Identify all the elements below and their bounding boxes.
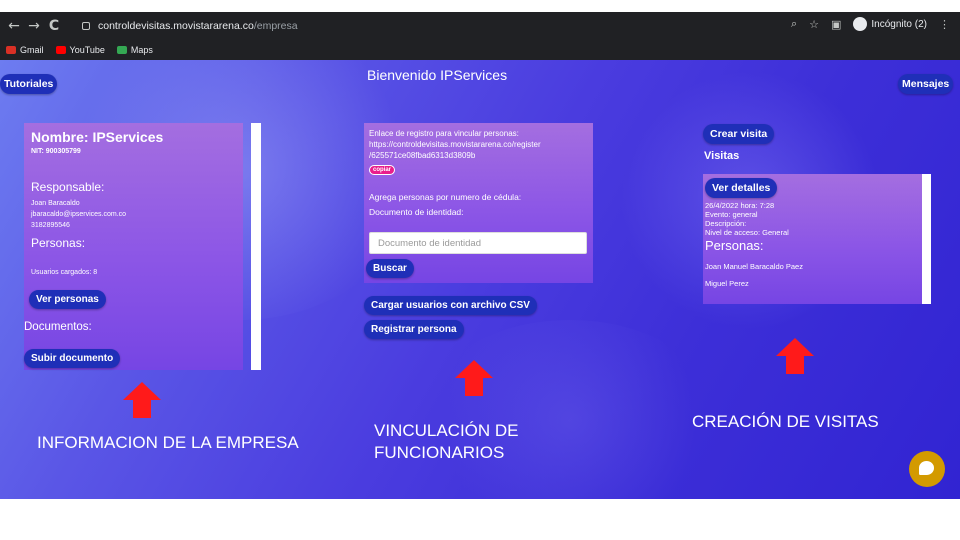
forward-icon[interactable]: →: [24, 18, 44, 34]
gmail-icon: [6, 46, 16, 54]
bookmark-maps[interactable]: Maps: [116, 45, 153, 55]
chat-icon: [919, 461, 934, 475]
incognito-indicator[interactable]: Incógnito (2): [853, 17, 927, 31]
page-content: Tutoriales Bienvenido IPServices Mensaje…: [0, 60, 960, 499]
url-path: /empresa: [253, 20, 298, 32]
reload-icon[interactable]: C: [44, 18, 64, 34]
bookmarks-bar: Gmail YouTube Maps: [6, 42, 153, 58]
bookmark-gmail[interactable]: Gmail: [6, 45, 44, 55]
url-bar[interactable]: controldevisitas.movistararena.co /empre…: [82, 17, 822, 35]
register-link-line1[interactable]: https://controldevisitas.movistararena.c…: [369, 139, 541, 150]
linking-card: Enlace de registro para vincular persona…: [364, 123, 593, 283]
bookmark-label: Maps: [130, 45, 153, 55]
arrow-up-icon: [123, 382, 161, 418]
id-label: Documento de identidad:: [369, 207, 464, 217]
url-host: controldevisitas.movistararena.co: [98, 20, 254, 32]
add-by-id-label: Agrega personas por numero de cédula:: [369, 192, 522, 202]
star-icon[interactable]: ☆: [809, 18, 819, 31]
bookmark-youtube[interactable]: YouTube: [55, 45, 105, 55]
company-card: Nombre: IPServices NIT: 900305799 Respon…: [24, 123, 243, 370]
visit-people-label: Personas:: [705, 238, 764, 253]
caption-linking-2: FUNCIONARIOS: [374, 443, 505, 462]
id-document-input[interactable]: Documento de identidad: [369, 232, 587, 254]
extension-icon[interactable]: ▣: [831, 18, 841, 31]
view-details-button[interactable]: Ver detalles: [705, 178, 778, 198]
incognito-label: Incógnito (2): [871, 18, 927, 30]
arrow-up-icon: [776, 338, 814, 374]
people-label: Personas:: [31, 236, 86, 250]
users-loaded: Usuarios cargados: 8: [31, 269, 98, 276]
toolbar-right: ⌕ ☆ ▣ Incógnito (2) ⋮: [791, 17, 950, 31]
incognito-icon: [853, 17, 868, 31]
responsible-phone: 3182895546: [31, 222, 70, 229]
link-intro: Enlace de registro para vincular persona…: [369, 129, 519, 138]
responsible-email: jbaracaldo@ipservices.com.co: [31, 211, 127, 218]
responsible-name: Joan Baracaldo: [31, 200, 80, 207]
menu-icon[interactable]: ⋮: [939, 18, 950, 31]
register-link-line2[interactable]: /625571ce08fbad6313d3809b: [369, 150, 475, 161]
create-visit-button[interactable]: Crear visita: [703, 124, 775, 144]
bookmark-label: YouTube: [69, 45, 105, 55]
zoom-icon[interactable]: ⌕: [791, 17, 797, 31]
youtube-icon: [55, 46, 66, 54]
welcome-title: Bienvenido IPServices: [367, 67, 508, 83]
upload-document-button[interactable]: Subir documento: [24, 349, 121, 368]
back-icon[interactable]: ←: [4, 18, 24, 34]
caption-company-info: INFORMACION DE LA EMPRESA: [37, 433, 299, 452]
visit-card: Ver detalles 26/4/2022 hora: 7:28 Evento…: [703, 174, 922, 304]
company-name: Nombre: IPServices: [31, 129, 164, 145]
messages-button[interactable]: Mensajes: [898, 74, 954, 94]
bookmark-label: Gmail: [20, 45, 44, 55]
csv-upload-button[interactable]: Cargar usuarios con archivo CSV: [364, 296, 537, 315]
tutorials-button[interactable]: Tutoriales: [0, 74, 58, 94]
maps-icon: [116, 46, 127, 54]
caption-linking-1: VINCULACIÓN DE: [374, 421, 519, 440]
documents-label: Documentos:: [24, 321, 92, 333]
arrow-up-icon: [455, 360, 493, 396]
visit-access: Nivel de acceso: General: [705, 228, 789, 237]
chat-button[interactable]: [909, 451, 945, 487]
visit-person: Miguel Perez: [705, 279, 749, 288]
address-row: ← → C controldevisitas.movistararena.co …: [0, 12, 960, 40]
caption-visits: CREACIÓN DE VISITAS: [692, 412, 879, 431]
visit-scrollbar[interactable]: [922, 174, 931, 304]
scrollbar[interactable]: [251, 123, 261, 370]
visits-label: Visitas: [704, 150, 740, 162]
search-button[interactable]: Buscar: [366, 259, 414, 278]
register-person-button[interactable]: Registrar persona: [364, 320, 464, 339]
company-nit: NIT: 900305799: [31, 148, 81, 155]
visit-person: Joan Manuel Baracaldo Paez: [705, 262, 803, 271]
copy-button[interactable]: copiar: [369, 165, 396, 175]
view-people-button[interactable]: Ver personas: [29, 290, 106, 309]
responsible-label: Responsable:: [31, 180, 105, 194]
browser-chrome: ← → C controldevisitas.movistararena.co …: [0, 12, 960, 60]
lock-icon: [82, 22, 90, 30]
background-haze: [420, 320, 720, 499]
